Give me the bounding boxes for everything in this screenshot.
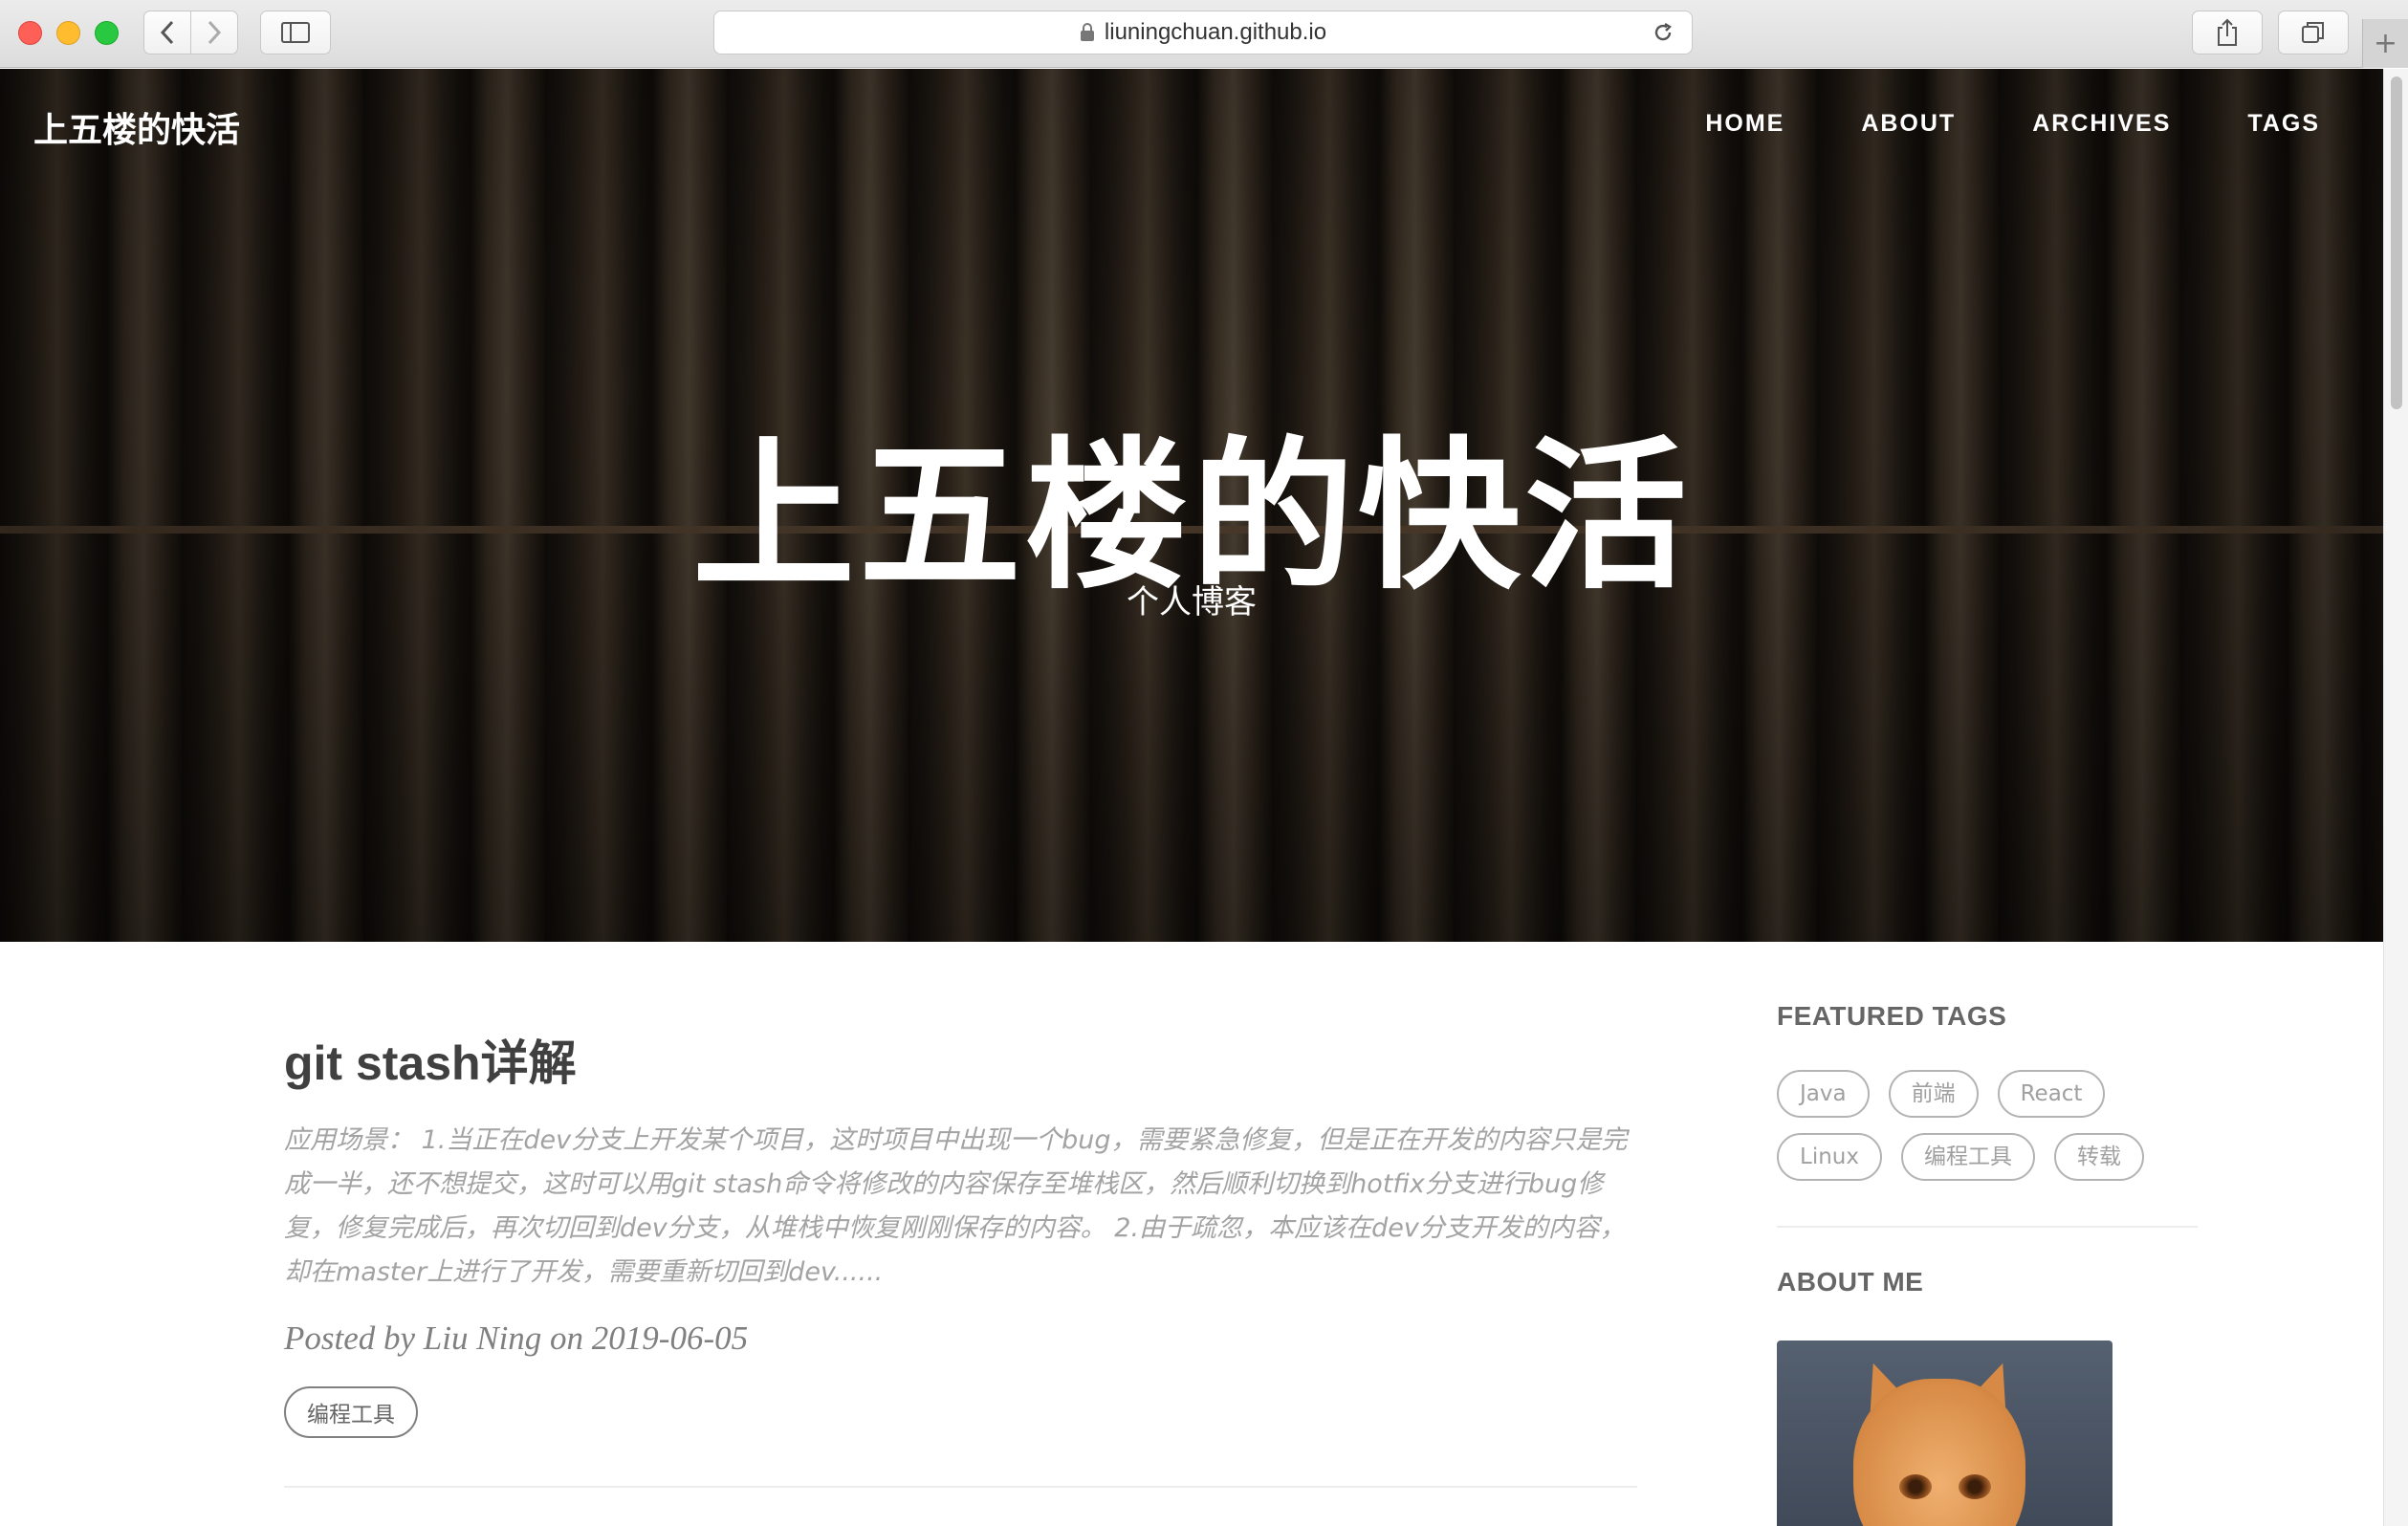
cat-eye-left — [1899, 1474, 1932, 1499]
tag-frontend[interactable]: 前端 — [1888, 1070, 1979, 1118]
nav-home[interactable]: HOME — [1705, 110, 1784, 138]
about-me-heading: ABOUT ME — [1777, 1267, 1924, 1297]
url-text: liuningchuan.github.io — [1104, 19, 1327, 45]
avatar — [1777, 1341, 2112, 1526]
chevron-left-icon — [160, 20, 174, 45]
forward-button[interactable] — [190, 11, 238, 54]
featured-tags-section: FEATURED TAGS Java 前端 React Linux 编程工具 转… — [1777, 1001, 2198, 1181]
tag-repost[interactable]: 转载 — [2053, 1133, 2144, 1181]
cat-eye-right — [1959, 1474, 1991, 1499]
featured-tags-list: Java 前端 React Linux 编程工具 转载 — [1777, 1070, 2198, 1181]
sidebar-toggle-button[interactable] — [260, 11, 331, 54]
post-excerpt[interactable]: 应用场景： 1.当正在dev分支上开发某个项目，这时项目中出现一个bug，需要紧… — [284, 1119, 1637, 1295]
hero-header: 上五楼的快活 HOME ABOUT ARCHIVES TAGS 上五楼的快活 个… — [0, 69, 2383, 942]
post-meta: Posted by Liu Ning on 2019-06-05 — [284, 1319, 749, 1357]
address-bar[interactable]: liuningchuan.github.io — [713, 11, 1693, 54]
lock-icon — [1080, 23, 1095, 42]
close-window-button[interactable] — [18, 21, 42, 45]
scrollbar-thumb[interactable] — [2391, 76, 2402, 409]
new-tab-button[interactable]: + — [2362, 19, 2408, 68]
tag-react[interactable]: React — [1997, 1070, 2106, 1118]
sidebar-icon — [281, 22, 310, 43]
browser-toolbar: liuningchuan.github.io + — [0, 0, 2408, 68]
sidebar-divider — [1777, 1226, 2198, 1228]
zoom-window-button[interactable] — [95, 21, 119, 45]
tag-programming-tools[interactable]: 编程工具 — [1900, 1133, 2035, 1181]
nav-archives[interactable]: ARCHIVES — [2032, 110, 2171, 138]
nav-about[interactable]: ABOUT — [1861, 110, 1956, 138]
post-preview: git stash详解 应用场景： 1.当正在dev分支上开发某个项目，这时项目… — [284, 1025, 1637, 1438]
site-brand-link[interactable]: 上五楼的快活 — [33, 102, 240, 152]
post-title-link[interactable]: git stash详解 — [284, 1025, 1637, 1094]
main-nav: HOME ABOUT ARCHIVES TAGS — [1629, 110, 2320, 138]
tabs-icon — [2302, 22, 2324, 43]
about-me-section: ABOUT ME — [1777, 1267, 2198, 1297]
plus-icon: + — [2373, 27, 2398, 60]
post-divider — [284, 1486, 1637, 1488]
show-tabs-button[interactable] — [2278, 11, 2349, 54]
hero-subtitle: 个人博客 — [1127, 583, 1257, 621]
share-button[interactable] — [2192, 11, 2263, 54]
post-tag[interactable]: 编程工具 — [284, 1386, 418, 1438]
chevron-right-icon — [208, 20, 222, 45]
minimize-window-button[interactable] — [56, 21, 80, 45]
share-icon — [2218, 18, 2237, 46]
tag-java[interactable]: Java — [1777, 1070, 1870, 1118]
web-page: 上五楼的快活 HOME ABOUT ARCHIVES TAGS 上五楼的快活 个… — [0, 69, 2408, 1526]
cat-head — [1853, 1379, 2025, 1526]
reload-icon[interactable] — [1652, 21, 1675, 51]
tag-linux[interactable]: Linux — [1777, 1133, 1882, 1181]
nav-tags[interactable]: TAGS — [2247, 110, 2320, 138]
featured-tags-heading: FEATURED TAGS — [1777, 1001, 2007, 1031]
back-button[interactable] — [143, 11, 191, 54]
